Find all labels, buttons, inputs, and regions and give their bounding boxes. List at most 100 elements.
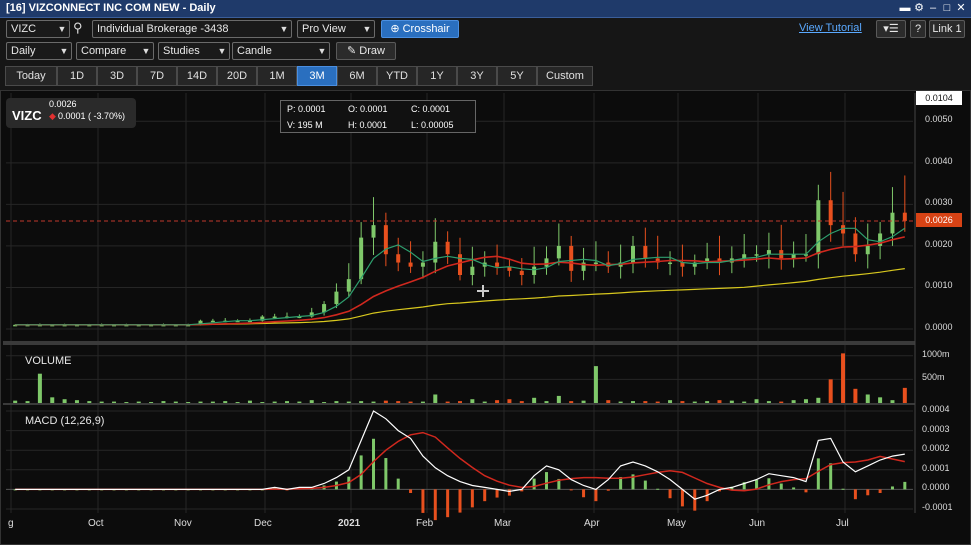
volume-bar (643, 401, 648, 403)
volume-bar (803, 399, 808, 403)
help-button[interactable]: ? (910, 20, 926, 38)
last-price-tag: 0.0026 (916, 213, 962, 227)
close-icon[interactable]: ✕ (954, 1, 968, 15)
chevron-down-icon[interactable]: ▼ (360, 21, 374, 37)
menu-button[interactable]: ▾☰ (876, 20, 906, 38)
gear-icon[interactable]: ⚙ (912, 1, 926, 15)
interval-select[interactable]: Daily ▼ (6, 42, 72, 60)
range-ytd-button[interactable]: YTD (377, 66, 417, 86)
draw-button[interactable]: ✎ Draw (336, 42, 396, 60)
chevron-down-icon[interactable]: ▼ (277, 21, 291, 37)
chart-area[interactable] (0, 90, 971, 545)
range-5y-button[interactable]: 5Y (497, 66, 537, 86)
volume-bar (260, 402, 265, 403)
macd-tick-label: 0.0004 (922, 404, 950, 414)
range-14d-button[interactable]: 14D (177, 66, 217, 86)
range-20d-button[interactable]: 20D (217, 66, 257, 86)
symbol-value: VIZC (11, 23, 37, 35)
volume-bar (433, 394, 438, 403)
pin-icon[interactable]: ▬ (898, 1, 912, 15)
volume-bar (630, 401, 635, 403)
macd-tick-label: -0.0001 (922, 502, 953, 512)
chevron-down-icon[interactable]: ▼ (57, 43, 71, 59)
x-tick-label: Feb (416, 518, 434, 529)
candle-body (544, 258, 549, 267)
candle-body (865, 245, 870, 255)
studies-select[interactable]: Studies ▼ (158, 42, 230, 60)
volume-bar (112, 401, 117, 403)
range-7d-button[interactable]: 7D (137, 66, 177, 86)
view-value: Pro View (302, 23, 346, 35)
chart-type-select[interactable]: Candle ▼ (232, 42, 330, 60)
volume-bar (334, 401, 339, 403)
link-button[interactable]: Link 1 (929, 20, 965, 38)
volume-panel-title: VOLUME (25, 355, 72, 367)
volume-tick-label: 500m (922, 372, 945, 383)
chevron-down-icon[interactable]: ▼ (315, 43, 329, 59)
volume-bar (210, 401, 215, 403)
volume-bar (618, 401, 623, 403)
macd-histogram-bar (372, 438, 376, 490)
range-today-button[interactable]: Today (5, 66, 57, 86)
macd-histogram-bar (446, 489, 450, 518)
chevron-down-icon[interactable]: ▼ (215, 43, 229, 59)
range-1d-button[interactable]: 1D (57, 66, 97, 86)
search-icon[interactable]: ⚲ (73, 20, 83, 36)
crosshair-button[interactable]: ⊕ Crosshair (381, 20, 459, 38)
range-1m-button[interactable]: 1M (257, 66, 297, 86)
volume-bar (186, 402, 191, 403)
volume-bar (346, 401, 351, 403)
macd-histogram-bar (606, 489, 610, 491)
volume-bar (816, 397, 821, 403)
chevron-down-icon[interactable]: ▼ (55, 21, 69, 37)
chevron-down-icon[interactable]: ▼ (139, 43, 153, 59)
maximize-icon[interactable]: □ (940, 1, 954, 15)
volume-bar (878, 397, 883, 403)
volume-bar (359, 401, 364, 403)
volume-bar (606, 400, 611, 403)
title-bar: [16] VIZCONNECT INC COM NEW - Daily ▬ ⚙ … (0, 0, 971, 18)
volume-bar (766, 401, 771, 403)
volume-bar (841, 353, 846, 403)
range-3m-button[interactable]: 3M (297, 66, 337, 86)
candle-body (519, 270, 524, 275)
macd-tick-label: 0.0000 (922, 482, 950, 493)
symbol-input[interactable]: VIZC ▼ (6, 20, 70, 38)
macd-histogram-bar (532, 478, 536, 490)
candle-body (816, 200, 821, 255)
volume-bar (470, 399, 475, 403)
volume-bar (828, 379, 833, 403)
price-tick-label: 0.0050 (925, 114, 953, 125)
candle-body (445, 241, 450, 255)
range-6m-button[interactable]: 6M (337, 66, 377, 86)
range-custom-button[interactable]: Custom (537, 66, 593, 86)
macd-histogram-bar (396, 478, 400, 490)
macd-histogram-bar (841, 488, 845, 490)
macd-histogram-bar (829, 463, 833, 490)
window-title: [16] VIZCONNECT INC COM NEW - Daily (6, 2, 216, 14)
macd-histogram-bar (866, 489, 870, 496)
range-3y-button[interactable]: 3Y (457, 66, 497, 86)
compare-select[interactable]: Compare ▼ (76, 42, 154, 60)
view-tutorial-link[interactable]: View Tutorial (799, 22, 862, 34)
volume-bar (853, 388, 858, 403)
range-1y-button[interactable]: 1Y (417, 66, 457, 86)
volume-bar (655, 401, 660, 403)
minimize-icon[interactable]: – (926, 1, 940, 15)
volume-bar (495, 400, 500, 403)
account-select[interactable]: Individual Brokerage -3438 ▼ (92, 20, 292, 38)
menu-icon: ▾☰ (883, 23, 899, 35)
volume-bar (507, 399, 512, 403)
x-tick-label: Dec (254, 518, 272, 529)
volume-bar (581, 400, 586, 403)
price-chart[interactable] (1, 91, 971, 545)
candle-body (359, 237, 364, 280)
toolbar: VIZC ▼ ⚲ Individual Brokerage -3438 ▼ Pr… (0, 18, 971, 90)
view-select[interactable]: Pro View ▼ (297, 20, 375, 38)
volume-bar (25, 401, 30, 403)
volume-bar (544, 401, 549, 403)
volume-bar (50, 397, 55, 403)
volume-bar (705, 401, 710, 403)
range-3d-button[interactable]: 3D (97, 66, 137, 86)
macd-histogram-bar (668, 489, 672, 499)
